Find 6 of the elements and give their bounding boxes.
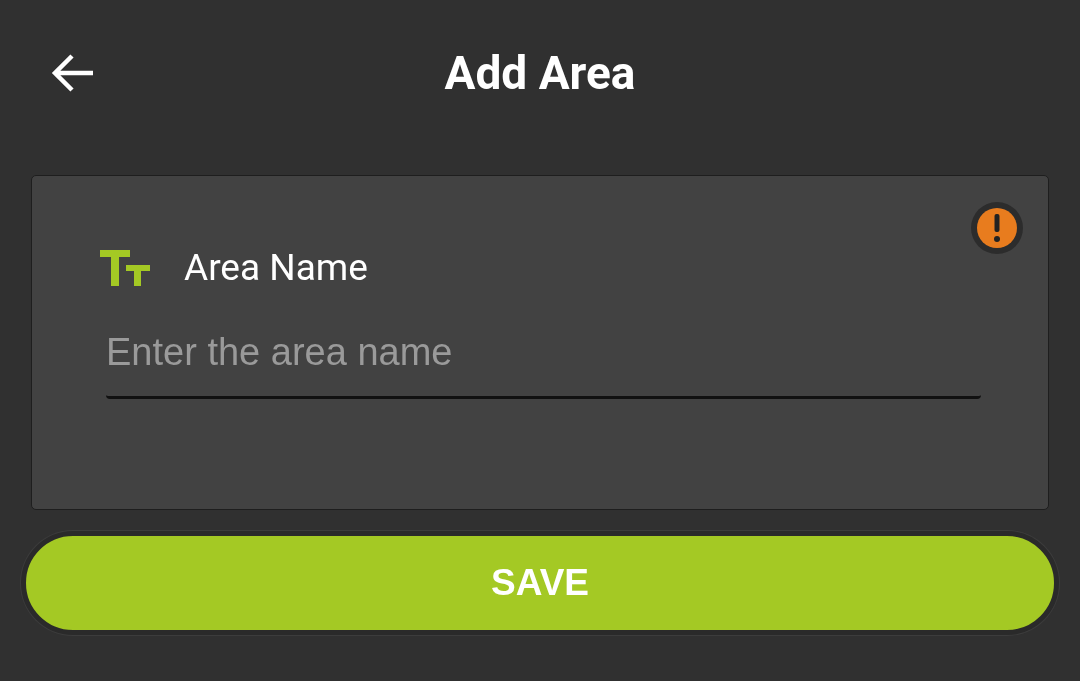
page-title: Add Area — [444, 46, 636, 100]
save-button[interactable]: SAVE — [21, 531, 1059, 635]
area-name-input[interactable]: Enter the area name — [106, 331, 981, 399]
text-size-icon — [100, 247, 150, 288]
back-arrow-icon — [51, 53, 95, 93]
field-label: Area Name — [184, 246, 368, 289]
